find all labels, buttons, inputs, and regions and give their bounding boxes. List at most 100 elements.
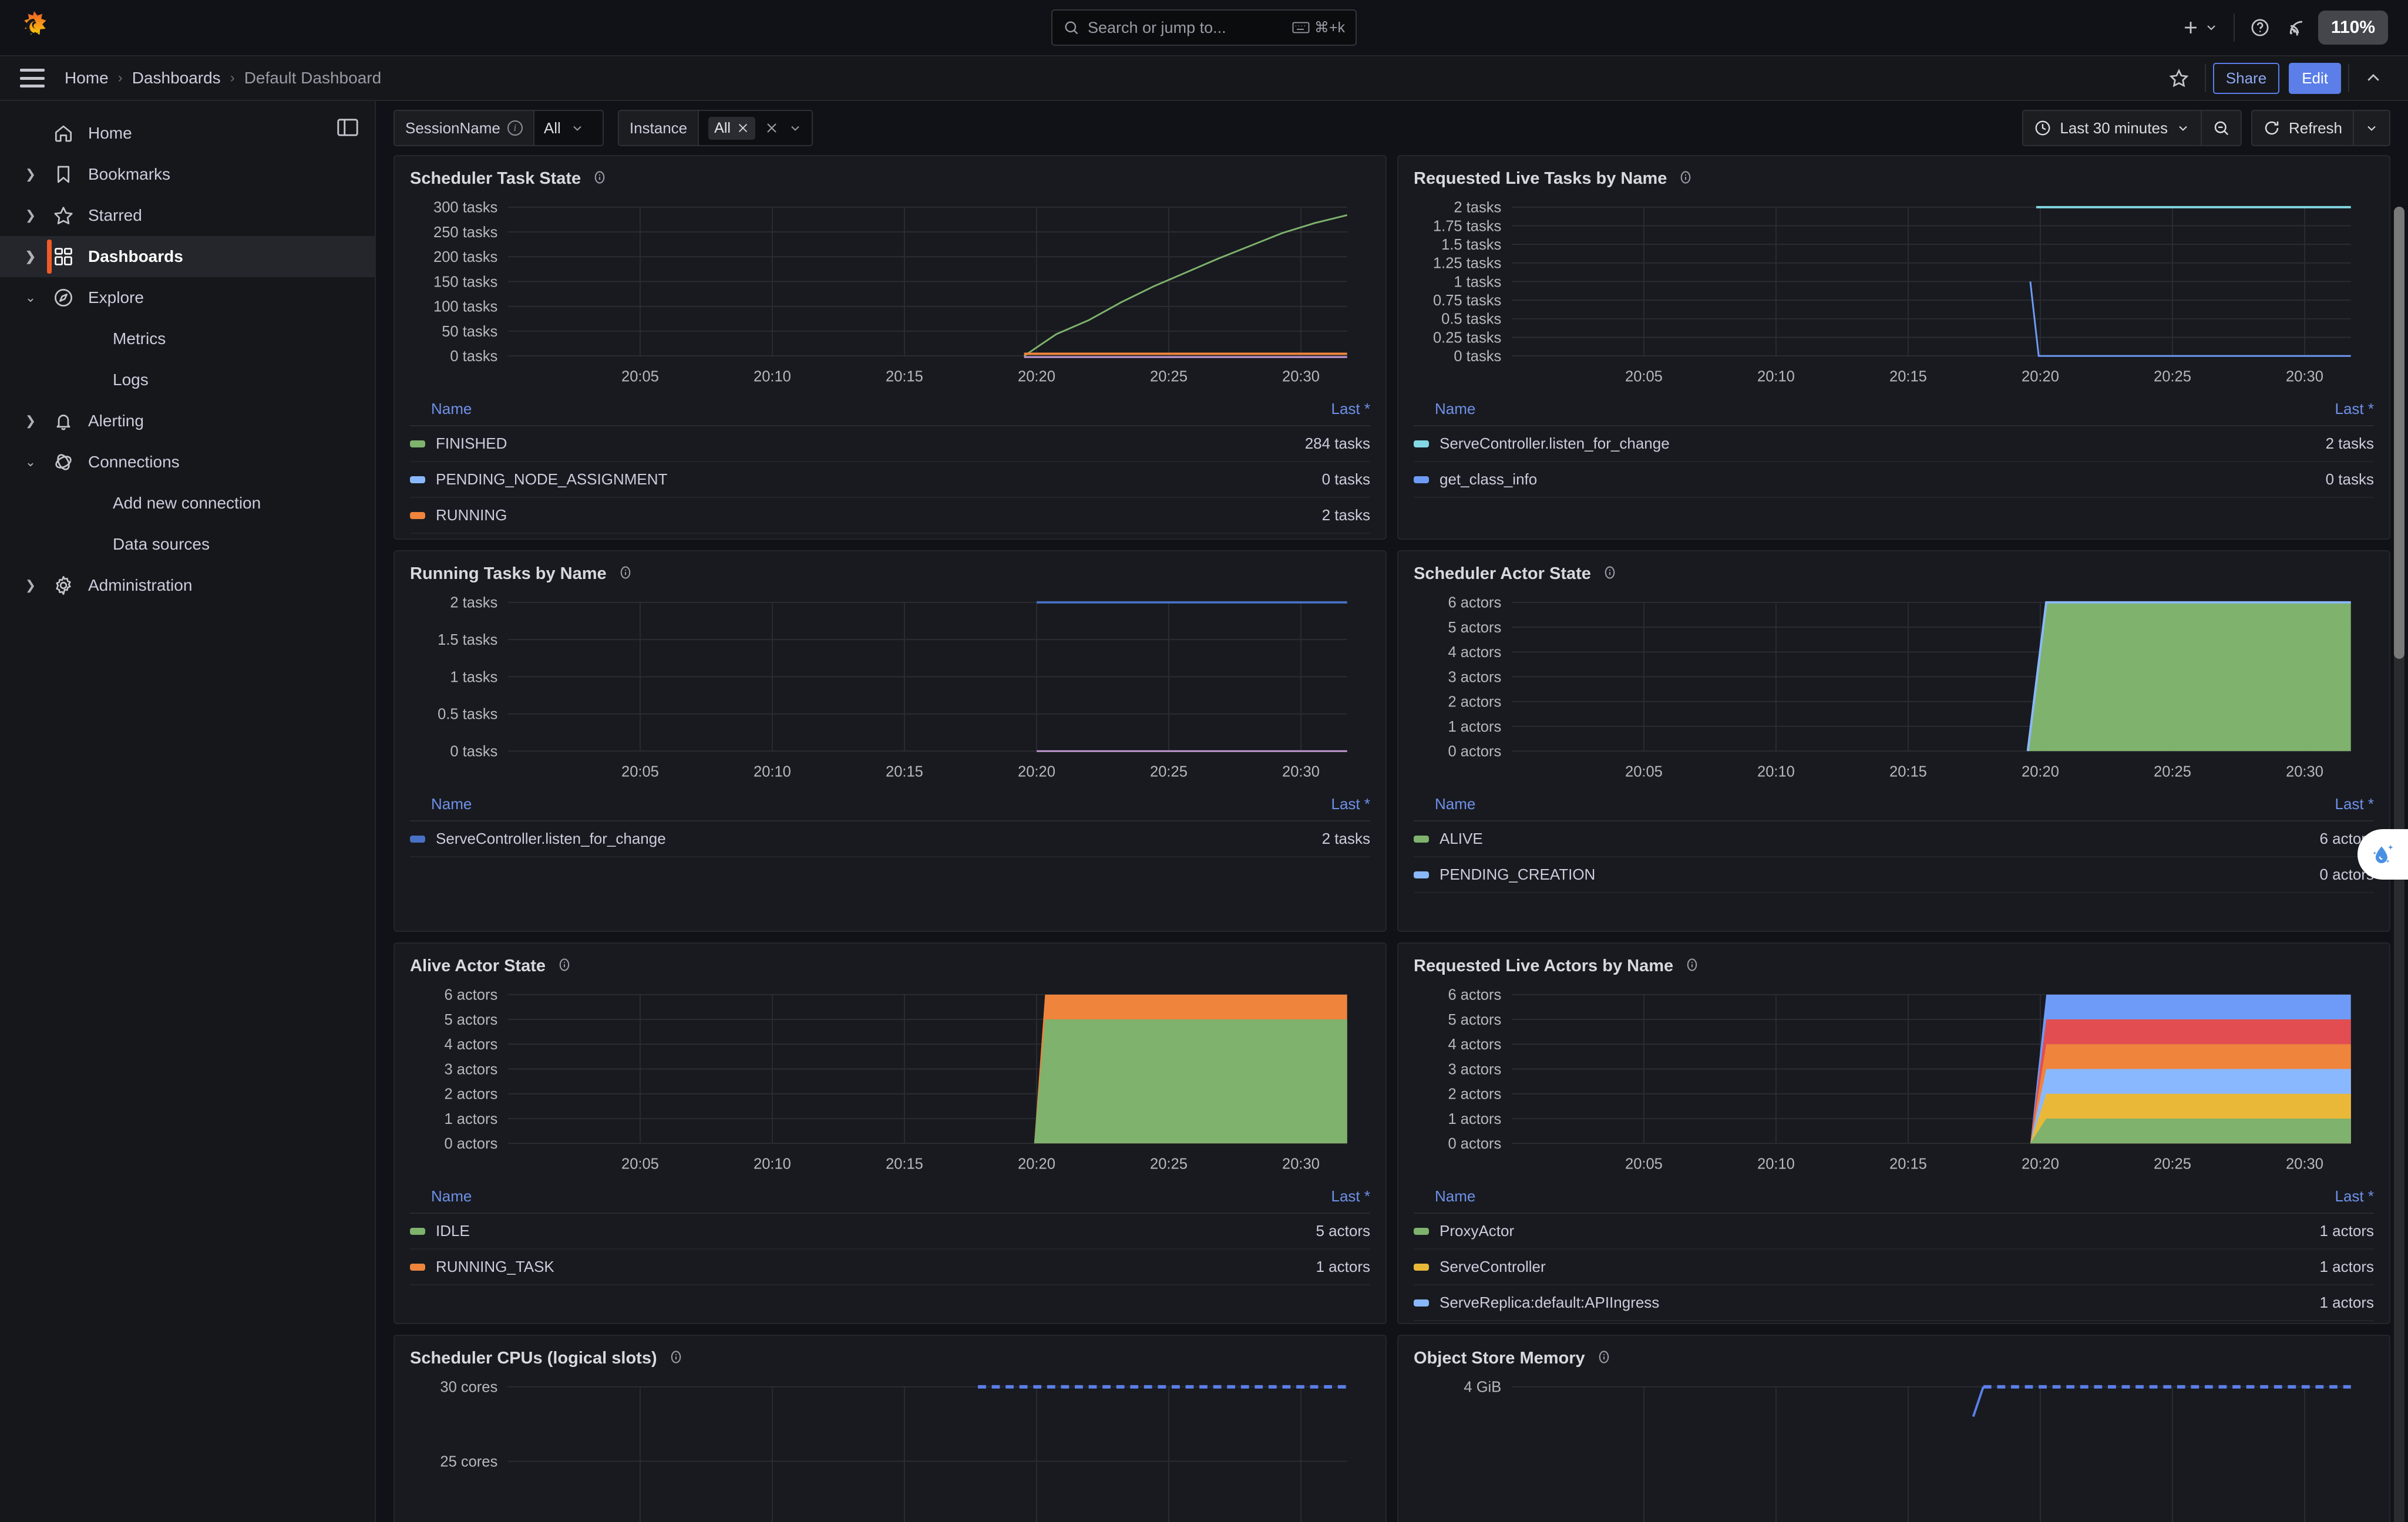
sidebar-item-administration[interactable]: ❯ Administration	[0, 565, 375, 606]
legend-row[interactable]: ALIVE 6 actors	[1414, 821, 2374, 858]
legend-row[interactable]: get_class_info 0 tasks	[1414, 462, 2374, 499]
panel-header[interactable]: Alive Actor State	[395, 944, 1385, 979]
variable-instance-select[interactable]: All	[698, 110, 813, 146]
refresh-interval-button[interactable]	[2354, 110, 2390, 146]
legend-row[interactable]: ServeReplica:default:APIIngress 1 actors	[1414, 1285, 2374, 1322]
chevron-down-icon[interactable]: ⌄	[16, 454, 45, 470]
info-circle-icon[interactable]	[617, 564, 634, 584]
panel-header[interactable]: Requested Live Actors by Name	[1398, 944, 2389, 979]
legend-row[interactable]: ServeController.listen_for_change 2 task…	[1414, 426, 2374, 463]
refresh-button[interactable]: Refresh	[2251, 110, 2354, 146]
panel-plot[interactable]: 0 tasks 50 tasks 100 tasks 150 tasks 200 tas…	[395, 192, 1385, 392]
panel-plot[interactable]: 0 tasks 0.25 tasks 0.5 tasks 0.75 tasks 1 ta…	[1398, 192, 2389, 392]
variable-sessionname-select[interactable]: All	[533, 110, 604, 146]
legend-row[interactable]: RUNNING 2 tasks	[410, 498, 1370, 534]
panel-header[interactable]: Scheduler CPUs (logical slots)	[395, 1336, 1385, 1372]
sidebar-item-explore[interactable]: ⌄ Explore	[0, 277, 375, 318]
legend-header-value[interactable]: Last *	[2335, 400, 2375, 418]
legend-header-name[interactable]: Name	[1435, 400, 1475, 418]
star-dashboard-button[interactable]	[2160, 60, 2198, 96]
legend-row[interactable]: PENDING_CREATION 0 actors	[1414, 857, 2374, 894]
sidebar-item-home[interactable]: Home	[0, 113, 375, 154]
help-button[interactable]	[2242, 10, 2278, 45]
panel-scheduler-task-state[interactable]: Scheduler Task State 0 tasks 50 tasks 100 …	[394, 155, 1387, 540]
breadcrumb-item-home[interactable]: Home	[65, 69, 109, 87]
legend-header-value[interactable]: Last *	[1331, 1187, 1371, 1206]
panel-alive-actor-state[interactable]: Alive Actor State 0 actors 1 actors 2 acto…	[394, 942, 1387, 1324]
legend-header-name[interactable]: Name	[431, 795, 472, 813]
grafana-logo[interactable]	[16, 10, 52, 45]
legend-header-value[interactable]: Last *	[2335, 1187, 2375, 1206]
legend-header-name[interactable]: Name	[1435, 1187, 1475, 1206]
panel-running-tasks-by-name[interactable]: Running Tasks by Name 0 tasks 0.5 tasks 1 …	[394, 550, 1387, 932]
panel-plot[interactable]: 0 actors 1 actors 2 actors 3 actors 4 actors…	[1398, 587, 2389, 787]
panel-header[interactable]: Running Tasks by Name	[395, 551, 1385, 587]
legend-row[interactable]: IDLE 5 actors	[410, 1214, 1370, 1250]
panel-header[interactable]: Scheduler Actor State	[1398, 551, 2389, 587]
add-menu-button[interactable]	[2172, 10, 2227, 45]
chevron-down-icon[interactable]: ⌄	[16, 290, 45, 305]
info-circle-icon[interactable]	[1602, 564, 1618, 584]
scrollbar-thumb[interactable]	[2394, 207, 2404, 659]
sidebar-item-data-sources[interactable]: Data sources	[0, 524, 375, 565]
panel-header[interactable]: Requested Live Tasks by Name	[1398, 156, 2389, 192]
panel-header[interactable]: Object Store Memory	[1398, 1336, 2389, 1372]
info-circle-icon[interactable]	[1596, 1349, 1612, 1368]
legend-row[interactable]: ServeController.listen_for_change 2 task…	[410, 821, 1370, 858]
chevron-right-icon[interactable]: ❯	[16, 413, 45, 429]
panel-header[interactable]: Scheduler Task State	[395, 156, 1385, 192]
sidebar-item-alerting[interactable]: ❯ Alerting	[0, 400, 375, 442]
panel-scheduler-cpus-logical-slots[interactable]: Scheduler CPUs (logical slots) 20 cores2…	[394, 1335, 1387, 1522]
breadcrumb-item-dashboards[interactable]: Dashboards	[132, 69, 221, 87]
legend-row[interactable]: ServeController 1 actors	[1414, 1250, 2374, 1286]
info-circle-icon[interactable]	[1684, 957, 1700, 976]
sidebar-item-starred[interactable]: ❯ Starred	[0, 195, 375, 236]
water-drop-sparkle-button[interactable]	[2357, 829, 2408, 880]
info-circle-icon[interactable]	[591, 169, 608, 188]
panel-object-store-memory[interactable]: Object Store Memory 3 GiB4 GiB	[1397, 1335, 2390, 1522]
panel-plot[interactable]: 0 actors 1 actors 2 actors 3 actors 4 actors…	[1398, 979, 2389, 1179]
legend-row[interactable]: ProxyActor 1 actors	[1414, 1214, 2374, 1250]
panel-requested-live-actors-by-name[interactable]: Requested Live Actors by Name 0 actors 1 …	[1397, 942, 2390, 1324]
sidebar-item-add-new-connection[interactable]: Add new connection	[0, 483, 375, 524]
edit-button[interactable]: Edit	[2289, 62, 2341, 94]
panel-plot[interactable]: 20 cores25 cores30 cores	[395, 1372, 1385, 1522]
panel-scheduler-actor-state[interactable]: Scheduler Actor State 0 actors 1 actors 2 …	[1397, 550, 2390, 932]
sidebar-item-metrics[interactable]: Metrics	[0, 318, 375, 359]
collapse-header-button[interactable]	[2356, 60, 2390, 96]
legend-header-value[interactable]: Last *	[1331, 795, 1371, 813]
legend-row[interactable]: RUNNING_TASK 1 actors	[410, 1250, 1370, 1286]
panel-requested-live-tasks-by-name[interactable]: Requested Live Tasks by Name 0 tasks 0.25…	[1397, 155, 2390, 540]
zoom-out-time-button[interactable]	[2201, 110, 2242, 146]
close-icon[interactable]	[736, 122, 749, 134]
search-input[interactable]: Search or jump to... ⌘+k	[1051, 9, 1357, 46]
chevron-right-icon[interactable]: ❯	[16, 208, 45, 223]
share-button[interactable]: Share	[2212, 62, 2280, 94]
info-icon[interactable]: i	[507, 120, 523, 136]
legend-header-name[interactable]: Name	[1435, 795, 1475, 813]
legend-row[interactable]: FINISHED 284 tasks	[410, 426, 1370, 463]
legend-header-name[interactable]: Name	[431, 1187, 472, 1206]
legend-row[interactable]: PENDING_NODE_ASSIGNMENT 0 tasks	[410, 462, 1370, 499]
clear-all-icon[interactable]	[765, 121, 779, 135]
sidebar-item-bookmarks[interactable]: ❯ Bookmarks	[0, 154, 375, 195]
panel-plot[interactable]: 3 GiB4 GiB	[1398, 1372, 2389, 1522]
chevron-right-icon[interactable]: ❯	[16, 249, 45, 264]
info-circle-icon[interactable]	[1677, 169, 1694, 188]
info-circle-icon[interactable]	[668, 1349, 684, 1368]
chevron-right-icon[interactable]: ❯	[16, 578, 45, 593]
sidebar-item-dashboards[interactable]: ❯ Dashboards	[0, 236, 375, 277]
time-range-picker[interactable]: Last 30 minutes	[2022, 110, 2202, 146]
legend-header-value[interactable]: Last *	[2335, 795, 2375, 813]
legend-header-name[interactable]: Name	[431, 400, 472, 418]
menu-toggle-button[interactable]	[20, 69, 45, 87]
panel-plot[interactable]: 0 tasks 0.5 tasks 1 tasks 1.5 tasks 2 tasks 2…	[395, 587, 1385, 787]
news-button[interactable]	[2278, 10, 2315, 45]
sidebar-item-connections[interactable]: ⌄ Connections	[0, 442, 375, 483]
global-search[interactable]: Search or jump to... ⌘+k	[1051, 9, 1357, 46]
variable-instance-pill[interactable]: All	[708, 116, 755, 140]
sidebar-item-logs[interactable]: Logs	[0, 359, 375, 400]
chevron-right-icon[interactable]: ❯	[16, 167, 45, 182]
panel-plot[interactable]: 0 actors 1 actors 2 actors 3 actors 4 actors…	[395, 979, 1385, 1179]
legend-header-value[interactable]: Last *	[1331, 400, 1371, 418]
